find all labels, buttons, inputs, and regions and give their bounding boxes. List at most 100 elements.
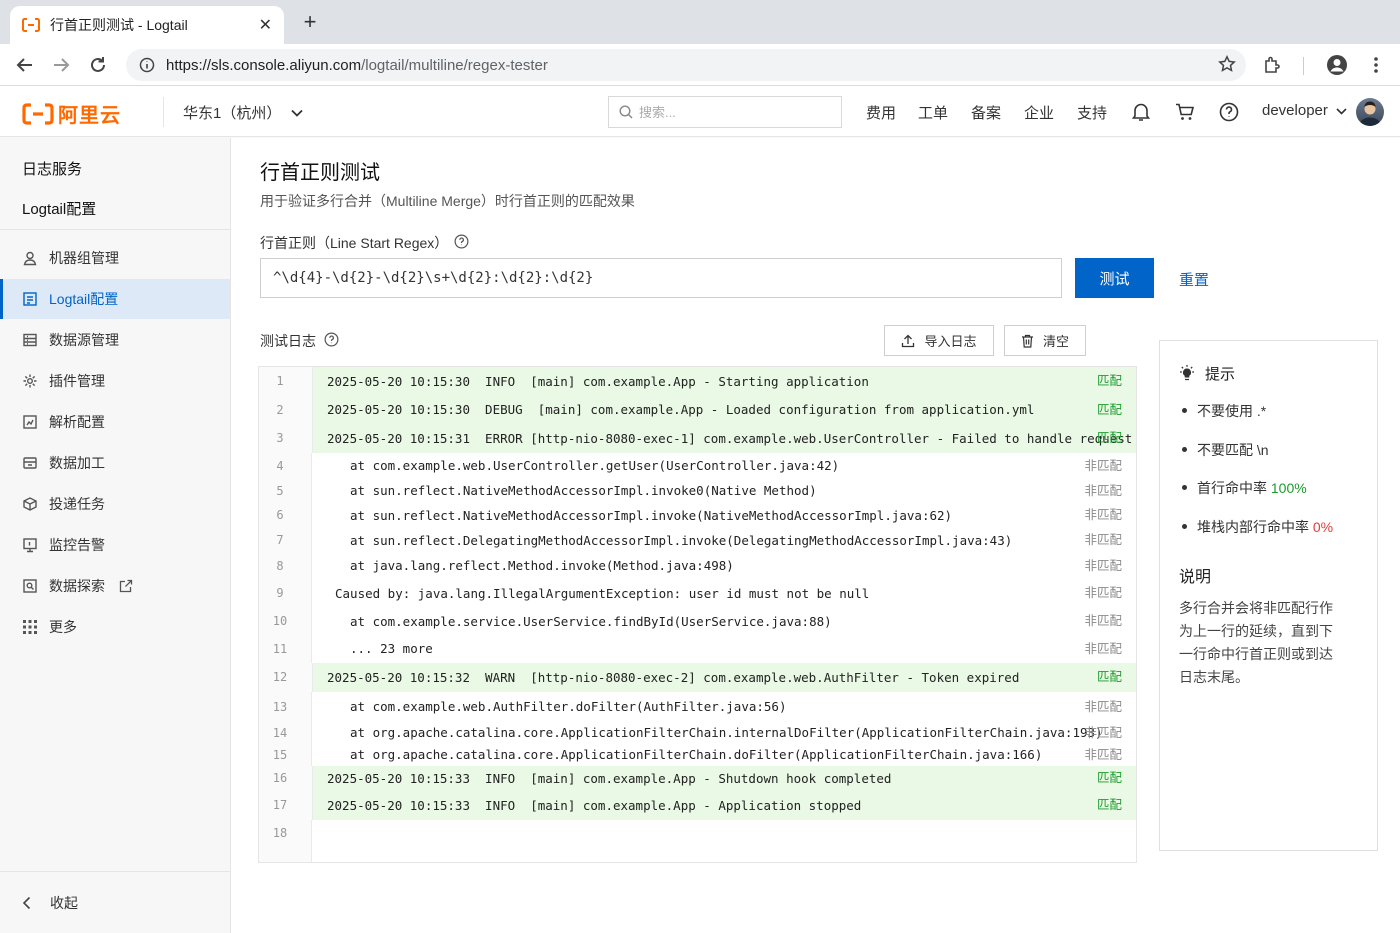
browser-tab[interactable]: 行首正则测试 - Logtail ✕ xyxy=(10,6,284,44)
tip-item: 不要匹配 \n xyxy=(1182,440,1372,460)
profile-icon[interactable] xyxy=(1325,53,1349,77)
nav-enterprise[interactable]: 企业 xyxy=(1024,102,1054,123)
log-line[interactable]: 1 2025-05-20 10:15:30 INFO [main] com.exa… xyxy=(259,367,1136,396)
line-number: 4 xyxy=(276,459,284,473)
nav-icp[interactable]: 备案 xyxy=(971,102,1001,123)
nav-support[interactable]: 支持 xyxy=(1077,102,1107,123)
nomatch-status-badge: 非匹配 xyxy=(1084,559,1122,573)
log-line[interactable]: 12 2025-05-20 10:15:32 WARN [http-nio-808… xyxy=(259,663,1136,692)
log-line[interactable]: 4 at com.example.web.UserController.getUs… xyxy=(259,453,1136,479)
sidebar-collapse[interactable]: 收起 xyxy=(0,871,230,933)
chevron-left-icon xyxy=(22,896,31,910)
cart-icon[interactable] xyxy=(1173,100,1197,124)
region-selector[interactable]: 华东1（杭州） xyxy=(183,102,303,123)
forward-arrow-icon[interactable] xyxy=(49,53,73,77)
explain-title: 说明 xyxy=(1179,569,1212,586)
nav-billing[interactable]: 费用 xyxy=(866,102,896,123)
bookmark-star-icon[interactable] xyxy=(1218,55,1236,76)
log-line-text: 2025-05-20 10:15:32 WARN [http-nio-8080-… xyxy=(327,670,1020,685)
header-search[interactable] xyxy=(608,96,842,128)
regex-input[interactable] xyxy=(260,258,1062,298)
explain-paragraph: 多行合并会将非匹配行作为上一行的延续，直到下一行命中行首正则或到达日志末尾。 xyxy=(1179,600,1333,685)
test-button[interactable]: 测试 xyxy=(1075,258,1154,298)
match-status-badge: 匹配 xyxy=(1096,403,1122,417)
user-menu[interactable]: developer xyxy=(1262,102,1347,119)
log-label-text: 测试日志 xyxy=(260,333,316,349)
site-info-icon[interactable] xyxy=(138,56,156,74)
log-line[interactable]: 10 at com.example.service.UserService.fin… xyxy=(259,608,1136,635)
region-label: 华东1（杭州） xyxy=(183,105,282,122)
log-line[interactable]: 9 Caused by: java.lang.IllegalArgumentExc… xyxy=(259,579,1136,608)
search-input[interactable] xyxy=(639,104,829,120)
sidebar-item-parse[interactable]: 解析配置 xyxy=(0,402,230,442)
log-line-text: ... 23 more xyxy=(350,641,433,656)
line-number: 7 xyxy=(276,533,284,547)
sidebar-item-deliver[interactable]: 投递任务 xyxy=(0,484,230,524)
log-line[interactable]: 6 at sun.reflect.NativeMethodAccessorImpl… xyxy=(259,503,1136,528)
log-line[interactable]: 11 ... 23 more 非匹配 xyxy=(259,635,1136,663)
log-line[interactable]: 3 2025-05-20 10:15:31 ERROR [http-nio-808… xyxy=(259,424,1136,453)
clear-button[interactable]: 清空 xyxy=(1004,325,1086,356)
log-line-text: at sun.reflect.NativeMethodAccessorImpl.… xyxy=(350,508,953,523)
help-circle-icon[interactable] xyxy=(454,234,469,252)
back-arrow-icon[interactable] xyxy=(13,53,37,77)
nomatch-status-badge: 非匹配 xyxy=(1084,459,1122,473)
sidebar-item-machine-group[interactable]: 机器组管理 xyxy=(0,238,230,278)
tab-close-icon[interactable]: ✕ xyxy=(259,15,272,35)
toolbar-divider xyxy=(1303,57,1304,75)
sidebar-item-process[interactable]: 数据加工 xyxy=(0,443,230,483)
log-line[interactable]: 18 xyxy=(259,820,1136,847)
tip-text: 首行命中率 xyxy=(1197,480,1271,496)
log-line[interactable]: 15 at org.apache.catalina.core.Applicatio… xyxy=(259,744,1136,766)
user-name: developer xyxy=(1262,102,1328,119)
tips-panel: 提示 不要使用 .* 不要匹配 \n 首行命中率 100% 堆栈内部行命中率 0… xyxy=(1159,340,1378,851)
browser-tabbar: 行首正则测试 - Logtail ✕ + xyxy=(0,0,1400,44)
sidebar-item-explore[interactable]: 数据探索 xyxy=(0,566,230,606)
log-editor[interactable]: 1 2025-05-20 10:15:30 INFO [main] com.exa… xyxy=(258,366,1137,863)
page-title: 行首正则测试 xyxy=(260,162,380,184)
reload-icon[interactable] xyxy=(86,53,110,77)
aliyun-logo[interactable]: 阿里云 xyxy=(22,99,121,128)
sidebar-item-logtail-config[interactable]: Logtail配置 xyxy=(0,279,230,319)
sidebar-item-label: 更多 xyxy=(49,619,77,635)
line-number: 11 xyxy=(272,642,288,656)
new-tab-plus-icon[interactable]: + xyxy=(298,10,322,34)
extensions-puzzle-icon[interactable] xyxy=(1260,53,1284,77)
line-number: 6 xyxy=(276,508,284,522)
sidebar-item-plugin[interactable]: 插件管理 xyxy=(0,361,230,401)
help-circle-icon[interactable] xyxy=(324,332,339,350)
sidebar-item-label: Logtail配置 xyxy=(49,291,119,307)
log-line[interactable]: 2 2025-05-20 10:15:30 DEBUG [main] com.ex… xyxy=(259,396,1136,424)
help-icon[interactable] xyxy=(1217,100,1241,124)
regex-label-text: 行首正则（Line Start Regex） xyxy=(260,235,449,251)
nav-ticket[interactable]: 工单 xyxy=(918,102,948,123)
avatar[interactable] xyxy=(1356,98,1384,126)
log-line[interactable]: 8 at java.lang.reflect.Method.invoke(Meth… xyxy=(259,553,1136,579)
deliver-icon xyxy=(22,496,38,512)
trash-icon xyxy=(1021,334,1034,348)
log-line-text: at org.apache.catalina.core.ApplicationF… xyxy=(350,747,1043,762)
sidebar-item-datasource[interactable]: 数据源管理 xyxy=(0,320,230,360)
url-path: /logtail/multiline/regex-tester xyxy=(361,56,548,74)
log-line-text: at java.lang.reflect.Method.invoke(Metho… xyxy=(350,558,734,573)
sidebar-item-label: 监控告警 xyxy=(49,537,105,553)
match-status-badge: 匹配 xyxy=(1096,771,1122,785)
log-line[interactable]: 13 at com.example.web.AuthFilter.doFilter… xyxy=(259,692,1136,722)
log-line[interactable]: 17 2025-05-20 10:15:33 INFO [main] com.ex… xyxy=(259,791,1136,820)
sidebar-item-more[interactable]: 更多 xyxy=(0,607,230,647)
reset-link[interactable]: 重置 xyxy=(1179,269,1209,290)
log-field-label: 测试日志 xyxy=(260,331,339,351)
sidebar-item-monitor[interactable]: 监控告警 xyxy=(0,525,230,565)
log-line[interactable]: 14 at org.apache.catalina.core.Applicatio… xyxy=(259,722,1136,744)
log-line-text: 2025-05-20 10:15:33 INFO [main] com.exam… xyxy=(327,798,862,813)
line-number: 15 xyxy=(272,748,288,762)
browser-menu-kebab-icon[interactable] xyxy=(1364,53,1388,77)
line-number: 13 xyxy=(272,700,288,714)
bell-icon[interactable] xyxy=(1129,100,1153,124)
log-line[interactable]: 7 at sun.reflect.DelegatingMethodAccessor… xyxy=(259,528,1136,553)
log-line[interactable]: 5 at sun.reflect.NativeMethodAccessorImpl… xyxy=(259,479,1136,503)
address-bar[interactable]: https://sls.console.aliyun.com/logtail/m… xyxy=(126,49,1246,81)
log-line[interactable]: 16 2025-05-20 10:15:33 INFO [main] com.ex… xyxy=(259,766,1136,791)
chevron-down-icon xyxy=(291,104,303,121)
import-log-button[interactable]: 导入日志 xyxy=(884,325,994,356)
